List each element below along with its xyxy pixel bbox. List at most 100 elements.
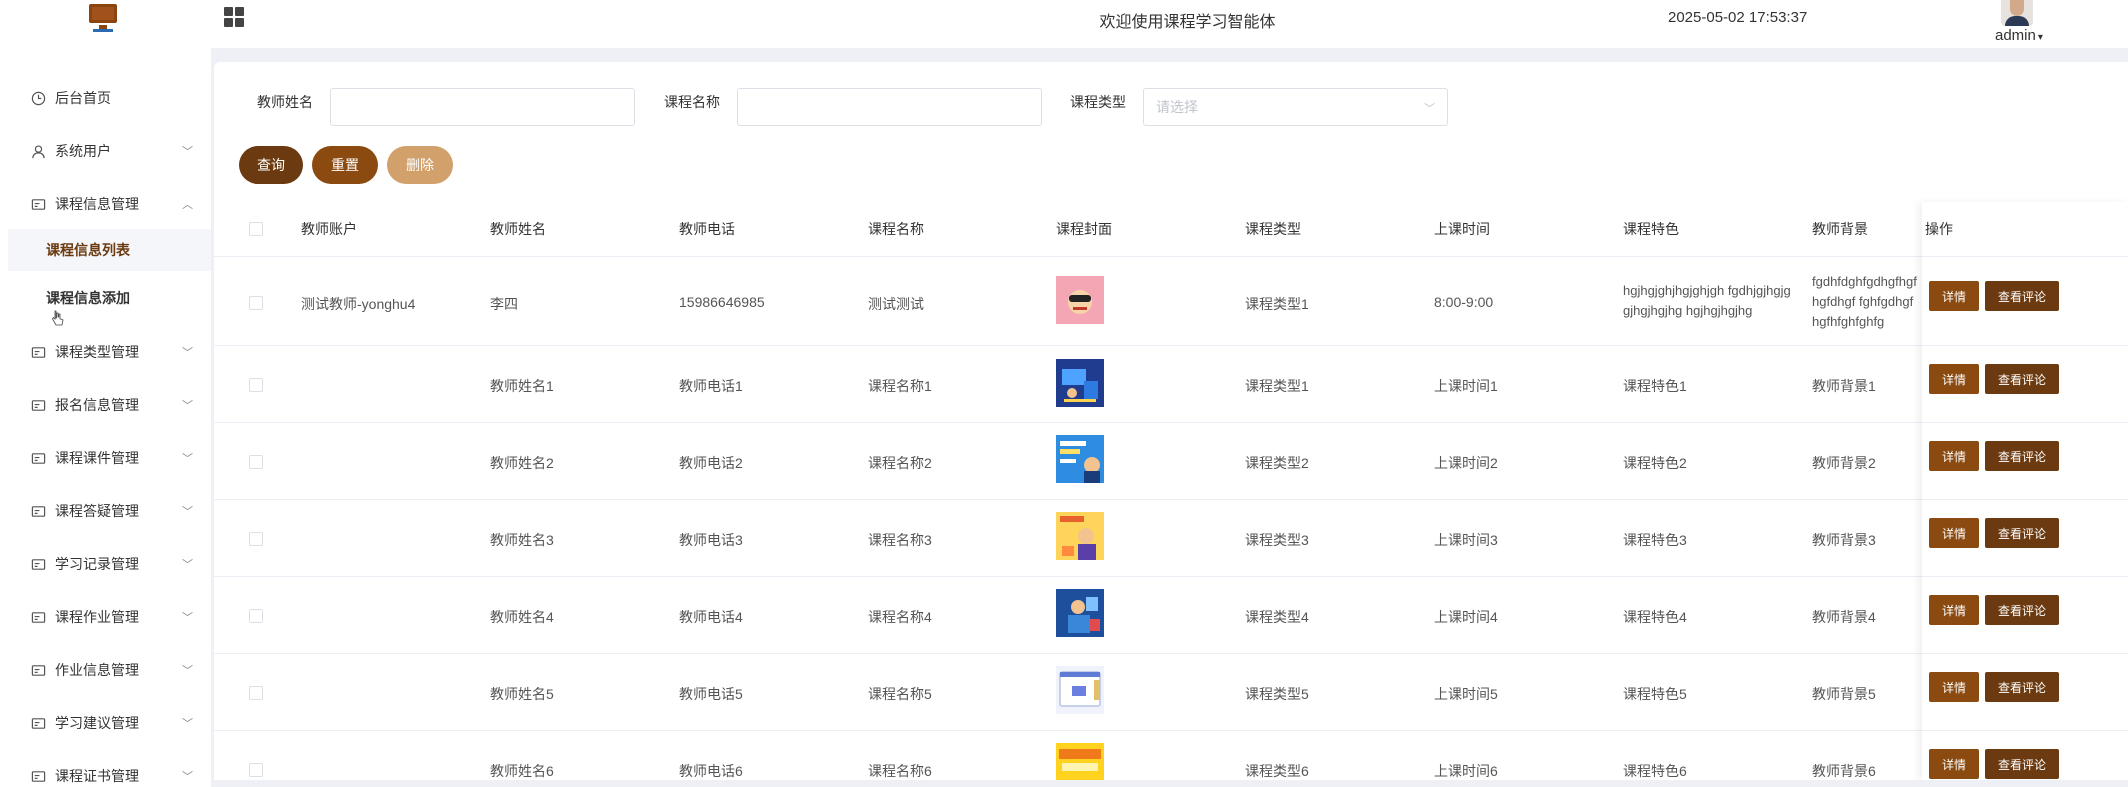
- cell-teacher-phone: 教师电话5: [679, 686, 743, 702]
- col-header-feature: 课程特色: [1623, 221, 1679, 237]
- chevron-down-icon: ﹀: [182, 612, 193, 624]
- course-name-input[interactable]: [737, 88, 1042, 126]
- select-all-checkbox[interactable]: [249, 222, 263, 236]
- view-comments-button[interactable]: 查看评论: [1985, 364, 2059, 394]
- view-comments-button[interactable]: 查看评论: [1985, 595, 2059, 625]
- detail-button[interactable]: 详情: [1929, 749, 1979, 779]
- cell-class-time: 上课时间5: [1434, 686, 1498, 702]
- cell-class-time: 上课时间6: [1434, 763, 1498, 779]
- teacher-name-label: 教师姓名: [257, 94, 313, 110]
- row-checkbox[interactable]: [249, 763, 263, 777]
- row-checkbox[interactable]: [249, 686, 263, 700]
- cell-course-type: 课程类型1: [1245, 296, 1309, 312]
- cell-teacher-name: 教师姓名5: [490, 686, 554, 702]
- sidebar-item-enrollment[interactable]: 报名信息管理 ﹀: [0, 385, 211, 425]
- col-header-class-time: 上课时间: [1434, 221, 1490, 237]
- cell-course-name: 课程名称4: [868, 609, 932, 625]
- course-cover-image[interactable]: [1056, 512, 1104, 560]
- teacher-name-input[interactable]: [330, 88, 635, 126]
- view-comments-button[interactable]: 查看评论: [1985, 281, 2059, 311]
- avatar[interactable]: [2001, 0, 2033, 26]
- course-type-placeholder: 请选择: [1156, 99, 1198, 115]
- row-divider: [214, 499, 2128, 500]
- reset-button[interactable]: 重置: [312, 146, 378, 184]
- sidebar-item-label: 课程答疑管理: [55, 503, 139, 519]
- chevron-down-icon: ﹀: [182, 506, 193, 518]
- view-comments-button[interactable]: 查看评论: [1985, 672, 2059, 702]
- row-checkbox[interactable]: [249, 296, 263, 310]
- detail-button[interactable]: 详情: [1929, 364, 1979, 394]
- card-icon: [31, 664, 46, 676]
- detail-button[interactable]: 详情: [1929, 595, 1979, 625]
- chevron-up-icon: ︿: [182, 199, 193, 211]
- row-checkbox[interactable]: [249, 609, 263, 623]
- sidebar-item-label: 学习记录管理: [55, 556, 139, 572]
- chevron-down-icon: ﹀: [182, 453, 193, 465]
- card-icon: [31, 611, 46, 623]
- sidebar-item-label: 课程课件管理: [55, 450, 139, 466]
- cell-course-type: 课程类型5: [1245, 686, 1309, 702]
- chevron-down-icon: ▾: [2037, 32, 2043, 43]
- course-cover-image[interactable]: [1056, 276, 1104, 324]
- cell-teacher-phone: 教师电话3: [679, 532, 743, 548]
- sidebar-item-course-type[interactable]: 课程类型管理 ﹀: [0, 332, 211, 372]
- sidebar-item-home[interactable]: 后台首页: [0, 78, 211, 118]
- sidebar-item-certificates[interactable]: 课程证书管理 ﹀: [0, 756, 211, 787]
- chevron-down-icon: ﹀: [182, 718, 193, 730]
- delete-button[interactable]: 删除: [387, 146, 453, 184]
- course-name-label: 课程名称: [664, 94, 720, 110]
- sidebar-subitem-course-add[interactable]: 课程信息添加: [8, 277, 211, 319]
- sidebar-item-homework-info[interactable]: 作业信息管理 ﹀: [0, 650, 211, 690]
- course-type-label: 课程类型: [1070, 94, 1126, 110]
- course-type-select[interactable]: 请选择 ﹀: [1143, 88, 1448, 126]
- clock-icon: [31, 91, 46, 105]
- logo-icon: [87, 2, 119, 32]
- detail-button[interactable]: 详情: [1929, 672, 1979, 702]
- sidebar-item-courseware[interactable]: 课程课件管理 ﹀: [0, 438, 211, 478]
- row-divider: [1922, 499, 2128, 500]
- sidebar-item-system-users[interactable]: 系统用户 ﹀: [0, 131, 211, 171]
- sidebar-item-label: 课程证书管理: [55, 768, 139, 784]
- cell-background: 教师背景3: [1812, 532, 1876, 548]
- cell-teacher-phone: 教师电话1: [679, 378, 743, 394]
- cell-course-type: 课程类型6: [1245, 763, 1309, 779]
- sidebar-item-study-records[interactable]: 学习记录管理 ﹀: [0, 544, 211, 584]
- cell-teacher-name: 教师姓名6: [490, 763, 554, 779]
- query-button[interactable]: 查询: [239, 146, 303, 184]
- row-checkbox[interactable]: [249, 455, 263, 469]
- cell-teacher-phone: 教师电话2: [679, 455, 743, 471]
- sidebar-subitem-course-list[interactable]: 课程信息列表: [8, 229, 211, 271]
- cell-feature: 课程特色4: [1623, 609, 1687, 625]
- course-cover-image[interactable]: [1056, 359, 1104, 407]
- user-icon: [32, 144, 45, 158]
- detail-button[interactable]: 详情: [1929, 518, 1979, 548]
- sidebar-item-study-advice[interactable]: 学习建议管理 ﹀: [0, 703, 211, 743]
- user-name: admin: [1995, 27, 2036, 44]
- col-header-teacher-name: 教师姓名: [490, 221, 546, 237]
- cell-teacher-phone: 教师电话4: [679, 609, 743, 625]
- apps-grid-icon[interactable]: [224, 7, 244, 27]
- header-divider: [1922, 256, 2128, 257]
- row-checkbox[interactable]: [249, 532, 263, 546]
- cell-course-name: 课程名称6: [868, 763, 932, 779]
- course-cover-image[interactable]: [1056, 435, 1104, 483]
- view-comments-button[interactable]: 查看评论: [1985, 749, 2059, 779]
- course-cover-image[interactable]: [1056, 666, 1104, 714]
- cell-background: 教师背景6: [1812, 763, 1876, 779]
- cell-class-time: 上课时间1: [1434, 378, 1498, 394]
- sidebar-item-course-homework[interactable]: 课程作业管理 ﹀: [0, 597, 211, 637]
- row-checkbox[interactable]: [249, 378, 263, 392]
- course-cover-image[interactable]: [1056, 743, 1104, 780]
- sidebar-item-course-info[interactable]: 课程信息管理 ︿: [0, 184, 211, 224]
- view-comments-button[interactable]: 查看评论: [1985, 518, 2059, 548]
- top-bar: 欢迎使用课程学习智能体 2025-05-02 17:53:37 admin ▾: [0, 0, 2128, 48]
- sidebar-item-qa[interactable]: 课程答疑管理 ﹀: [0, 491, 211, 531]
- course-cover-image[interactable]: [1056, 589, 1104, 637]
- row-divider: [1922, 422, 2128, 423]
- detail-button[interactable]: 详情: [1929, 441, 1979, 471]
- cell-class-time: 8:00-9:00: [1434, 294, 1494, 310]
- user-menu[interactable]: admin ▾: [1995, 27, 2043, 44]
- detail-button[interactable]: 详情: [1929, 281, 1979, 311]
- card-icon: [31, 558, 46, 570]
- view-comments-button[interactable]: 查看评论: [1985, 441, 2059, 471]
